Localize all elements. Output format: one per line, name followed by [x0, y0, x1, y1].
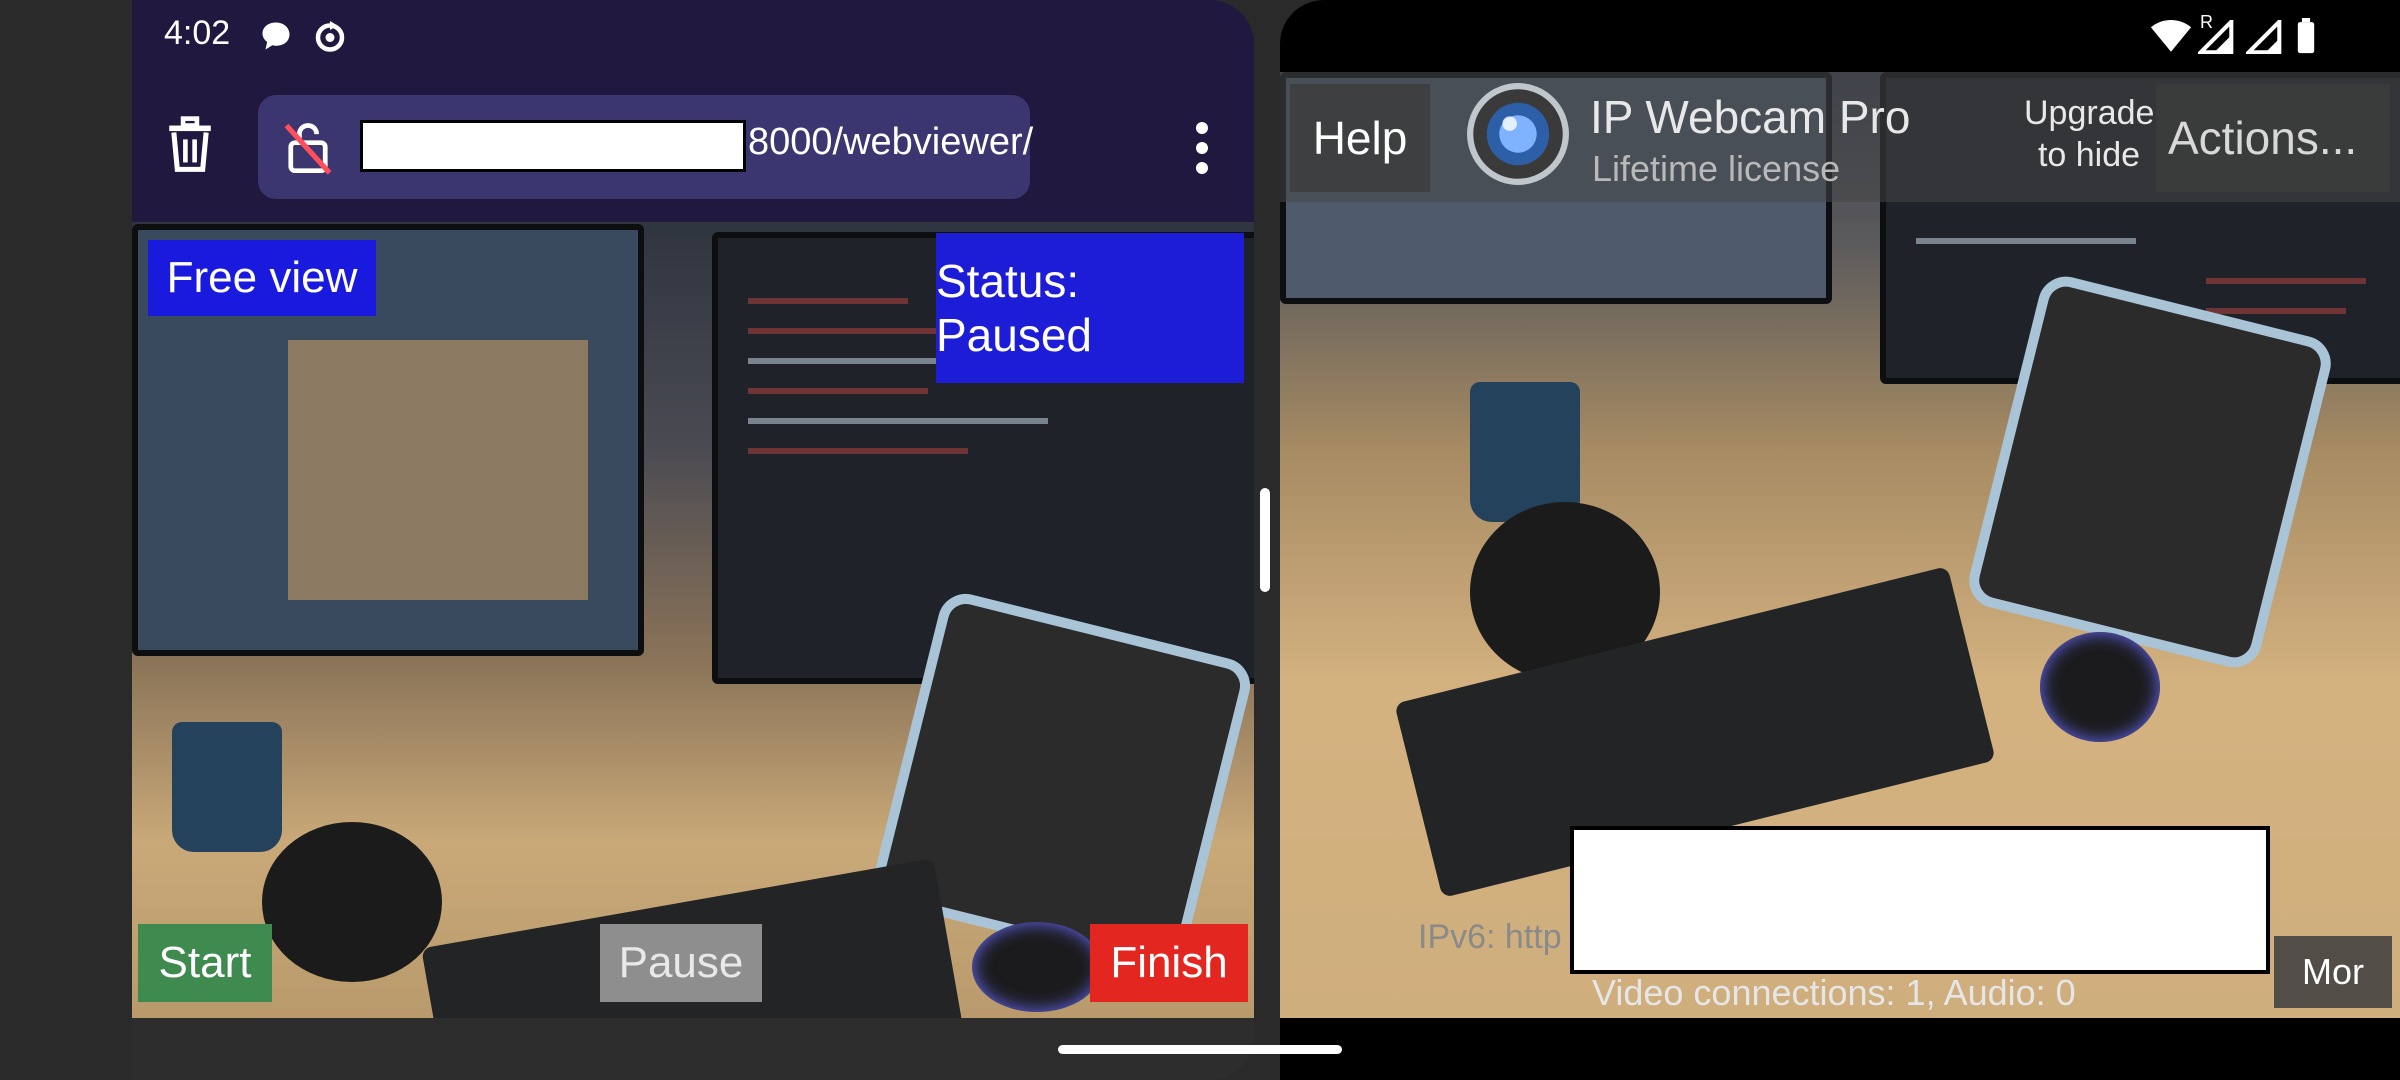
redacted-address-box — [1570, 826, 2270, 974]
scene-code-line — [748, 298, 908, 304]
gesture-nav-handle[interactable] — [1058, 1045, 1342, 1054]
wifi-icon — [2150, 18, 2192, 59]
scene-code-line — [2206, 308, 2346, 314]
browser-menu-button[interactable] — [1182, 118, 1222, 178]
start-button[interactable]: Start — [138, 924, 272, 1002]
video-stream[interactable]: Free view Status: Paused Start Pause Fin… — [132, 222, 1254, 1018]
trash-icon — [162, 116, 218, 178]
ip-webcam-logo-icon — [1466, 82, 1570, 191]
more-vert-icon — [1182, 122, 1222, 182]
sync-icon — [312, 18, 348, 54]
scene-mouse — [972, 922, 1102, 1012]
scene-code-line — [2206, 278, 2366, 284]
scene-headphones — [262, 822, 442, 982]
chat-bubble-icon — [258, 18, 294, 54]
finish-button[interactable]: Finish — [1090, 924, 1248, 1002]
scene-code-line — [1916, 238, 2136, 244]
status-time: 4:02 — [164, 14, 231, 52]
scene-code-line — [748, 328, 948, 334]
upgrade-to-hide-button[interactable]: Upgrade to hide — [2024, 92, 2154, 182]
delete-button[interactable] — [162, 114, 232, 184]
browser-window: 4:02 8000/webviewer/ Free view Status: P… — [132, 0, 1254, 1080]
ip-webcam-window: R Help IP Webcam Pro Lifetime license Up… — [1280, 0, 2400, 1080]
battery-icon — [2296, 18, 2316, 59]
signal-icon — [2243, 16, 2282, 59]
signal-roaming-icon — [2195, 16, 2234, 59]
scene-mouse — [2040, 632, 2160, 742]
scene-code-line — [748, 418, 1048, 424]
help-button[interactable]: Help — [1290, 84, 1430, 192]
split-divider-handle[interactable] — [1260, 488, 1270, 592]
connections-status: Video connections: 1, Audio: 0 — [1592, 972, 2076, 1013]
scene-code-line — [748, 388, 928, 394]
scene-nested-feed — [288, 340, 588, 600]
url-bar[interactable]: 8000/webviewer/ — [258, 95, 1034, 199]
free-view-button[interactable]: Free view — [148, 240, 376, 316]
more-button[interactable]: Mor — [2274, 936, 2392, 1008]
insecure-lock-icon[interactable] — [282, 119, 334, 180]
actions-button[interactable]: Actions... — [2156, 84, 2390, 192]
status-icons: R — [2150, 12, 2390, 59]
browser-toolbar: 4:02 8000/webviewer/ — [132, 0, 1254, 222]
app-name: IP Webcam Pro — [1590, 91, 1911, 143]
pause-button[interactable]: Pause — [600, 924, 762, 1002]
url-text: 8000/webviewer/ — [748, 121, 1034, 163]
scene-mug — [1470, 382, 1580, 522]
redacted-host — [360, 120, 746, 172]
ipv6-address: IPv6: http — [1418, 918, 1562, 956]
scene-mug — [172, 722, 282, 852]
license-text: Lifetime license — [1592, 148, 1841, 189]
scene-code-line — [748, 448, 968, 454]
status-badge: Status: Paused — [936, 233, 1244, 383]
ip-webcam-header: Help IP Webcam Pro Lifetime license Upgr… — [1280, 72, 2400, 202]
